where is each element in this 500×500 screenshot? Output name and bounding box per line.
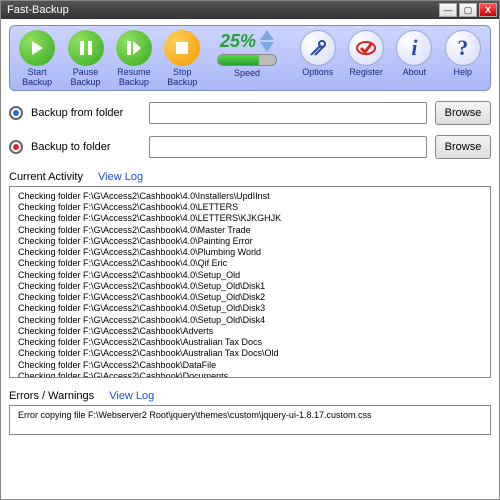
browse-to-button[interactable]: Browse — [435, 135, 491, 159]
play-icon — [19, 30, 55, 66]
log-line: Checking folder F:\G\Access2\Cashbook\Au… — [18, 348, 482, 359]
log-line: Checking folder F:\G\Access2\Cashbook\4.… — [18, 191, 482, 202]
resume-backup-button[interactable]: Resume Backup — [113, 30, 155, 88]
log-line: Checking folder F:\G\Access2\Cashbook\Ad… — [18, 326, 482, 337]
log-line: Checking folder F:\G\Access2\Cashbook\Da… — [18, 360, 482, 371]
log-line: Checking folder F:\G\Access2\Cashbook\Au… — [18, 337, 482, 348]
from-folder-radio[interactable] — [9, 106, 23, 120]
log-line: Checking folder F:\G\Access2\Cashbook\4.… — [18, 247, 482, 258]
log-line: Checking folder F:\G\Access2\Cashbook\4.… — [18, 236, 482, 247]
check-icon — [348, 30, 384, 66]
activity-viewlog-link[interactable]: View Log — [98, 171, 143, 183]
speed-bar — [217, 54, 277, 66]
errors-header: Errors / Warnings View Log — [9, 390, 491, 402]
speed-up-button[interactable] — [260, 30, 274, 40]
browse-from-button[interactable]: Browse — [435, 101, 491, 125]
from-folder-input[interactable] — [149, 102, 427, 124]
register-button[interactable]: Register — [345, 30, 387, 78]
resume-icon — [116, 30, 152, 66]
log-line: Checking folder F:\G\Access2\Cashbook\4.… — [18, 202, 482, 213]
stop-icon — [164, 30, 200, 66]
log-line: Checking folder F:\G\Access2\Cashbook\4.… — [18, 270, 482, 281]
log-line: Error copying file F:\Webserver2 Root\jq… — [18, 410, 482, 421]
to-folder-input[interactable] — [149, 136, 427, 158]
start-backup-button[interactable]: Start Backup — [16, 30, 58, 88]
errors-viewlog-link[interactable]: View Log — [109, 390, 154, 402]
minimize-button[interactable]: — — [439, 3, 457, 17]
speed-down-button[interactable] — [260, 42, 274, 52]
log-line: Checking folder F:\G\Access2\Cashbook\4.… — [18, 292, 482, 303]
info-icon: i — [396, 30, 432, 66]
to-folder-radio[interactable] — [9, 140, 23, 154]
speed-percent: 25% — [220, 31, 256, 52]
activity-header: Current Activity View Log — [9, 171, 491, 183]
log-line: Checking folder F:\G\Access2\Cashbook\4.… — [18, 225, 482, 236]
options-button[interactable]: Options — [297, 30, 339, 78]
toolbar: Start Backup Pause Backup Resume Backup … — [9, 25, 491, 91]
stop-backup-button[interactable]: Stop Backup — [161, 30, 203, 88]
to-folder-label: Backup to folder — [31, 141, 141, 153]
log-line: Checking folder F:\G\Access2\Cashbook\4.… — [18, 281, 482, 292]
activity-log: Checking folder F:\G\Access2\Cashbook\4.… — [9, 186, 491, 378]
from-folder-label: Backup from folder — [31, 107, 141, 119]
log-line: Checking folder F:\G\Access2\Cashbook\4.… — [18, 213, 482, 224]
pause-backup-button[interactable]: Pause Backup — [64, 30, 106, 88]
help-icon: ? — [445, 30, 481, 66]
log-line: Checking folder F:\G\Access2\Cashbook\4.… — [18, 303, 482, 314]
pause-icon — [68, 30, 104, 66]
maximize-button[interactable]: ▢ — [459, 3, 477, 17]
close-button[interactable]: X — [479, 3, 497, 17]
log-line: Checking folder F:\G\Access2\Cashbook\4.… — [18, 258, 482, 269]
about-button[interactable]: i About — [393, 30, 435, 78]
errors-log: Error copying file F:\Webserver2 Root\jq… — [9, 405, 491, 435]
help-button[interactable]: ? Help — [442, 30, 484, 78]
log-line: Checking folder F:\G\Access2\Cashbook\Do… — [18, 371, 482, 378]
speed-indicator: 25% Speed — [209, 30, 284, 78]
tools-icon — [300, 30, 336, 66]
titlebar: Fast-Backup — ▢ X — [1, 1, 499, 19]
window-title: Fast-Backup — [7, 4, 69, 16]
log-line: Checking folder F:\G\Access2\Cashbook\4.… — [18, 315, 482, 326]
